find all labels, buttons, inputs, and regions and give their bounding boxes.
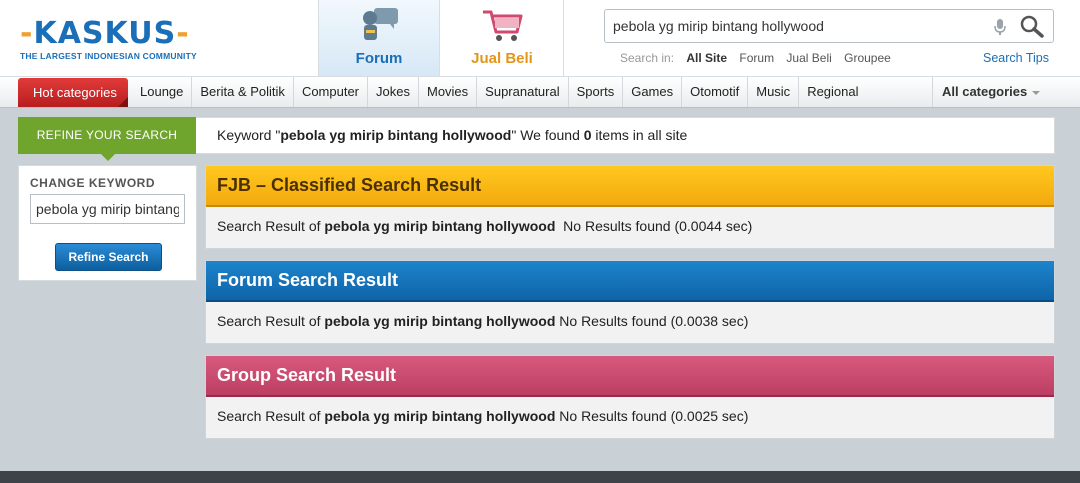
forum-results-text: Search Result of pebola yg mirip bintang…: [206, 302, 1054, 341]
arrow-down-icon: [101, 154, 115, 161]
nav-items: Lounge Berita & Politik Computer Jokes M…: [132, 77, 867, 107]
fjb-prefix: Search Result of: [217, 218, 321, 234]
fjb-keyword: pebola yg mirip bintang hollywood: [324, 218, 556, 234]
tab-jual-beli[interactable]: Jual Beli: [441, 0, 564, 76]
summary-mid: " We found: [511, 127, 584, 143]
ribbon-fold: [118, 97, 128, 107]
group-status: No Results found (0.0025 sec): [559, 408, 749, 424]
nav-item-jokes[interactable]: Jokes: [368, 77, 419, 107]
category-nav: Hot categories Lounge Berita & Politik C…: [0, 76, 1080, 108]
forum-icon: [363, 8, 398, 40]
search-summary: Keyword "pebola yg mirip bintang hollywo…: [217, 118, 687, 153]
nav-item-games[interactable]: Games: [623, 77, 683, 107]
forum-results-panel: Forum Search Result Search Result of peb…: [205, 260, 1055, 344]
group-prefix: Search Result of: [217, 408, 321, 424]
summary-keyword: pebola yg mirip bintang hollywood: [280, 127, 512, 143]
summary-prefix: Keyword ": [217, 127, 281, 143]
search-in-label: Search in:: [620, 51, 675, 65]
search-box: [604, 9, 1054, 43]
nav-item-music[interactable]: Music: [748, 77, 800, 107]
fjb-results-panel: FJB – Classified Search Result Search Re…: [205, 165, 1055, 249]
microphone-icon[interactable]: [993, 18, 1007, 36]
group-results-panel: Group Search Result Search Result of peb…: [205, 355, 1055, 439]
keyword-input[interactable]: [30, 194, 185, 224]
nav-item-berita-politik[interactable]: Berita & Politik: [192, 77, 294, 107]
hot-categories-label: Hot categories: [33, 85, 117, 100]
summary-suffix: items in all site: [591, 127, 688, 143]
refine-search-button[interactable]: Refine Search: [55, 243, 162, 271]
nav-item-computer[interactable]: Computer: [294, 77, 369, 107]
summary-count: 0: [583, 127, 592, 143]
forum-keyword: pebola yg mirip bintang hollywood: [324, 313, 556, 329]
all-categories-label: All categories: [942, 84, 1028, 99]
all-categories-dropdown[interactable]: All categories: [932, 77, 1054, 107]
nav-item-sports[interactable]: Sports: [569, 77, 624, 107]
fjb-results-title: FJB – Classified Search Result: [206, 166, 1054, 207]
refine-tab[interactable]: REFINE YOUR SEARCH: [18, 117, 196, 161]
nav-item-otomotif[interactable]: Otomotif: [682, 77, 749, 107]
nav-item-movies[interactable]: Movies: [419, 77, 478, 107]
scope-all-site[interactable]: All Site: [686, 51, 727, 65]
kaskus-logo[interactable]: -KASKUS- THE LARGEST INDONESIAN COMMUNIT…: [20, 18, 220, 64]
change-keyword-heading: CHANGE KEYWORD: [30, 176, 156, 190]
fjb-status: No Results found (0.0044 sec): [563, 218, 753, 234]
hot-categories-button[interactable]: Hot categories: [18, 78, 128, 107]
nav-item-supranatural[interactable]: Supranatural: [477, 77, 569, 107]
logo-tagline: THE LARGEST INDONESIAN COMMUNITY: [20, 51, 197, 61]
site-header: -KASKUS- THE LARGEST INDONESIAN COMMUNIT…: [0, 0, 1080, 76]
caret-down-icon: [1032, 90, 1041, 95]
nav-item-regional[interactable]: Regional: [799, 77, 866, 107]
refine-tab-label: REFINE YOUR SEARCH: [36, 128, 178, 142]
scope-jual-beli[interactable]: Jual Beli: [786, 51, 831, 65]
nav-item-lounge[interactable]: Lounge: [132, 77, 193, 107]
group-results-text: Search Result of pebola yg mirip bintang…: [206, 397, 1054, 436]
tab-forum[interactable]: Forum: [318, 0, 440, 76]
group-keyword: pebola yg mirip bintang hollywood: [324, 408, 556, 424]
search-tips-link[interactable]: Search Tips: [983, 51, 1049, 65]
forum-prefix: Search Result of: [217, 313, 321, 329]
forum-status: No Results found (0.0038 sec): [559, 313, 749, 329]
fjb-results-text: Search Result of pebola yg mirip bintang…: [206, 207, 1054, 246]
logo-wordmark: -KASKUS-: [20, 16, 190, 51]
refine-bar: REFINE YOUR SEARCH Keyword "pebola yg mi…: [18, 117, 1055, 161]
scope-forum[interactable]: Forum: [739, 51, 774, 65]
search-icon[interactable]: [1019, 15, 1045, 39]
group-results-title: Group Search Result: [206, 356, 1054, 397]
shopping-cart-icon: [483, 10, 523, 41]
tab-jual-beli-label: Jual Beli: [471, 50, 533, 67]
scope-groupee[interactable]: Groupee: [844, 51, 891, 65]
tab-forum-label: Forum: [355, 50, 403, 67]
change-keyword-panel: CHANGE KEYWORD Refine Search: [18, 165, 197, 281]
search-input[interactable]: [613, 16, 983, 36]
footer-bar: [0, 471, 1080, 483]
forum-results-title: Forum Search Result: [206, 261, 1054, 302]
search-scope: Search in: All Site Forum Jual Beli Grou…: [620, 51, 900, 65]
